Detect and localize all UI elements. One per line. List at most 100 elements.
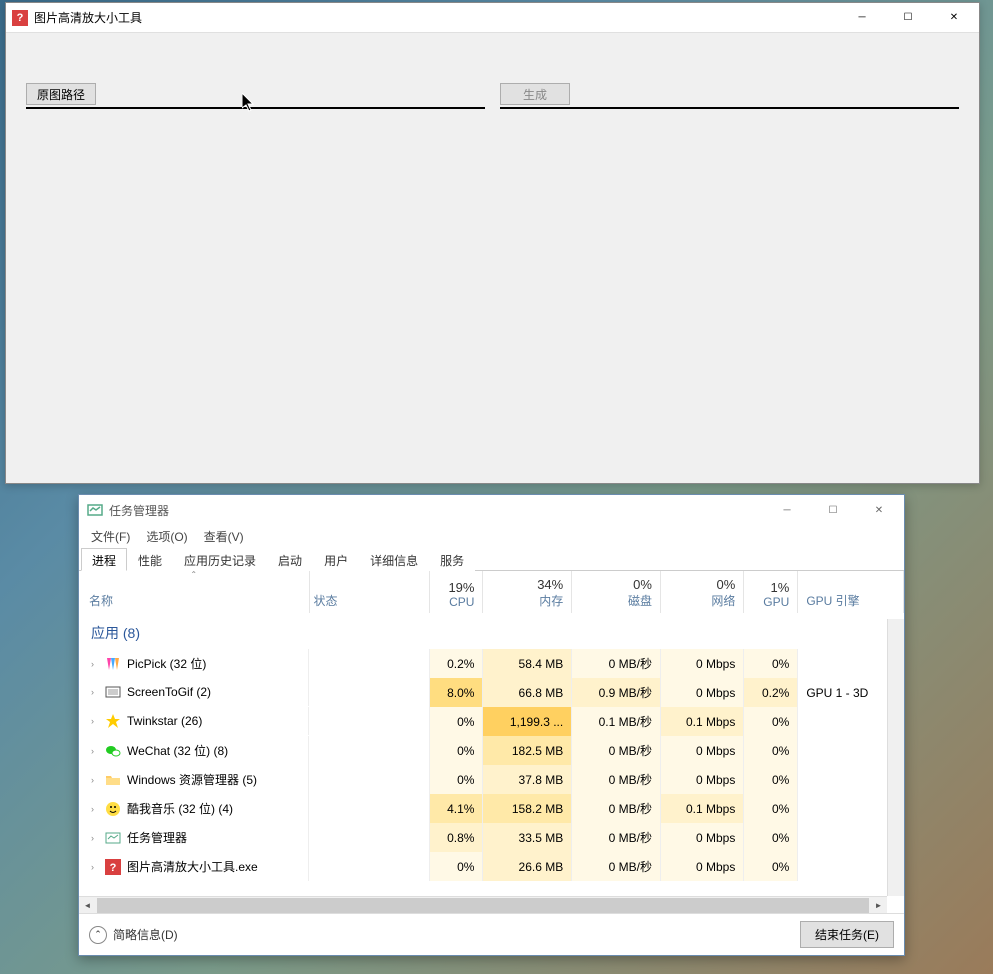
window-controls: ─ ☐ ✕ (764, 496, 902, 525)
proc-network: 0 Mbps (660, 823, 743, 852)
scroll-right-icon[interactable]: ► (870, 897, 887, 914)
proc-memory: 158.2 MB (483, 794, 572, 823)
col-memory[interactable]: 34%内存 (483, 571, 572, 613)
table-row[interactable]: ›酷我音乐 (32 位) (4)4.1%158.2 MB0 MB/秒0.1 Mb… (79, 794, 904, 823)
proc-name-cell: ›ScreenToGif (2) (79, 678, 309, 706)
col-name[interactable]: ⌃名称 (79, 571, 309, 613)
proc-gpu: 0% (744, 649, 798, 678)
scroll-left-icon[interactable]: ◄ (79, 897, 96, 914)
col-disk[interactable]: 0%磁盘 (572, 571, 661, 613)
proc-network: 0.1 Mbps (660, 794, 743, 823)
proc-status (309, 823, 429, 852)
win1-titlebar[interactable]: ? 图片高清放大小工具 ─ ☐ ✕ (6, 3, 979, 33)
proc-icon (105, 713, 121, 729)
footer: ⌃ 简略信息(D) 结束任务(E) (79, 913, 904, 955)
proc-name: Twinkstar (26) (127, 714, 202, 728)
expand-icon[interactable]: › (91, 833, 99, 843)
minimize-button[interactable]: ─ (839, 3, 885, 32)
tab-5[interactable]: 详细信息 (359, 548, 429, 571)
proc-icon (105, 830, 121, 846)
tab-0[interactable]: 进程 (81, 548, 127, 571)
proc-gpu: 0% (744, 852, 798, 881)
generate-button[interactable]: 生成 (500, 83, 570, 105)
table-row[interactable]: ›?图片高清放大小工具.exe0%26.6 MB0 MB/秒0 Mbps0% (79, 852, 904, 881)
menubar: 文件(F) 选项(O) 查看(V) (79, 525, 904, 547)
proc-disk: 0 MB/秒 (572, 765, 661, 794)
app-icon: ? (12, 10, 28, 26)
proc-name-cell: ›PicPick (32 位) (79, 649, 309, 678)
proc-gpu: 0% (744, 707, 798, 736)
end-task-button[interactable]: 结束任务(E) (800, 921, 894, 948)
table-row[interactable]: ›WeChat (32 位) (8)0%182.5 MB0 MB/秒0 Mbps… (79, 736, 904, 765)
expand-icon[interactable]: › (91, 716, 99, 726)
proc-icon (105, 656, 121, 672)
tab-3[interactable]: 启动 (267, 548, 313, 571)
proc-icon (105, 801, 121, 817)
menu-file[interactable]: 文件(F) (83, 526, 138, 547)
col-gpu-engine[interactable]: GPU 引擎 (798, 571, 904, 613)
horizontal-scrollbar[interactable]: ◄ ► (79, 896, 887, 913)
win2-titlebar[interactable]: 任务管理器 ─ ☐ ✕ (79, 495, 904, 525)
tab-4[interactable]: 用户 (313, 548, 359, 571)
proc-name: 任务管理器 (127, 829, 187, 846)
expand-icon[interactable]: › (91, 687, 99, 697)
expand-icon[interactable]: › (91, 775, 99, 785)
proc-disk: 0.9 MB/秒 (572, 678, 661, 707)
process-table-wrap: ⌃名称 状态 19%CPU 34%内存 0%磁盘 0%网络 1%GPU GPU … (79, 571, 904, 913)
table-row[interactable]: ›PicPick (32 位)0.2%58.4 MB0 MB/秒0 Mbps0% (79, 649, 904, 678)
proc-name: WeChat (32 位) (8) (127, 742, 228, 759)
maximize-button[interactable]: ☐ (885, 3, 931, 32)
fewer-details-button[interactable]: ⌃ 简略信息(D) (89, 926, 178, 944)
proc-network: 0.1 Mbps (660, 707, 743, 736)
tab-6[interactable]: 服务 (429, 548, 475, 571)
proc-gpu: 0.2% (744, 678, 798, 707)
proc-status (309, 678, 429, 707)
sort-arrow-icon: ⌃ (190, 571, 197, 579)
proc-disk: 0 MB/秒 (572, 823, 661, 852)
proc-memory: 37.8 MB (483, 765, 572, 794)
vertical-scrollbar[interactable] (887, 619, 904, 896)
proc-network: 0 Mbps (660, 765, 743, 794)
proc-memory: 33.5 MB (483, 823, 572, 852)
proc-cpu: 0% (429, 736, 483, 765)
proc-network: 0 Mbps (660, 649, 743, 678)
proc-name: 酷我音乐 (32 位) (4) (127, 800, 233, 817)
maximize-button[interactable]: ☐ (810, 496, 856, 525)
table-header-row: ⌃名称 状态 19%CPU 34%内存 0%磁盘 0%网络 1%GPU GPU … (79, 571, 904, 613)
close-button[interactable]: ✕ (856, 496, 902, 525)
proc-cpu: 8.0% (429, 678, 483, 707)
expand-icon[interactable]: › (91, 746, 99, 756)
proc-status (309, 649, 429, 678)
proc-name-cell: › Twinkstar (26) (79, 707, 309, 735)
proc-icon (105, 684, 121, 700)
table-row[interactable]: ›任务管理器0.8%33.5 MB0 MB/秒0 Mbps0% (79, 823, 904, 852)
source-path-button[interactable]: 原图路径 (26, 83, 96, 105)
col-status[interactable]: 状态 (309, 571, 429, 613)
proc-name-cell: › 任务管理器 (79, 823, 309, 852)
table-row[interactable]: ›ScreenToGif (2)8.0%66.8 MB0.9 MB/秒0 Mbp… (79, 678, 904, 707)
table-row[interactable]: ›Twinkstar (26)0%1,199.3 ...0.1 MB/秒0.1 … (79, 707, 904, 736)
proc-icon: ? (105, 859, 121, 875)
proc-name-cell: › 酷我音乐 (32 位) (4) (79, 794, 309, 823)
tab-1[interactable]: 性能 (127, 548, 173, 571)
table-row[interactable]: ›Windows 资源管理器 (5)0%37.8 MB0 MB/秒0 Mbps0… (79, 765, 904, 794)
col-gpu[interactable]: 1%GPU (744, 571, 798, 613)
tab-2[interactable]: 应用历史记录 (173, 548, 267, 571)
proc-memory: 26.6 MB (483, 852, 572, 881)
image-tool-window: ? 图片高清放大小工具 ─ ☐ ✕ 原图路径 生成 (5, 2, 980, 484)
close-button[interactable]: ✕ (931, 3, 977, 32)
proc-memory: 66.8 MB (483, 678, 572, 707)
scroll-thumb[interactable] (97, 898, 869, 913)
menu-view[interactable]: 查看(V) (196, 526, 252, 547)
col-cpu[interactable]: 19%CPU (429, 571, 483, 613)
expand-icon[interactable]: › (91, 862, 99, 872)
minimize-button[interactable]: ─ (764, 496, 810, 525)
process-table: ⌃名称 状态 19%CPU 34%内存 0%磁盘 0%网络 1%GPU GPU … (79, 571, 904, 881)
expand-icon[interactable]: › (91, 804, 99, 814)
menu-options[interactable]: 选项(O) (138, 526, 195, 547)
expand-icon[interactable]: › (91, 659, 99, 669)
win1-body: 原图路径 生成 (6, 33, 979, 129)
source-panel: 原图路径 (26, 83, 485, 109)
proc-name: Windows 资源管理器 (5) (127, 771, 257, 788)
col-network[interactable]: 0%网络 (660, 571, 743, 613)
